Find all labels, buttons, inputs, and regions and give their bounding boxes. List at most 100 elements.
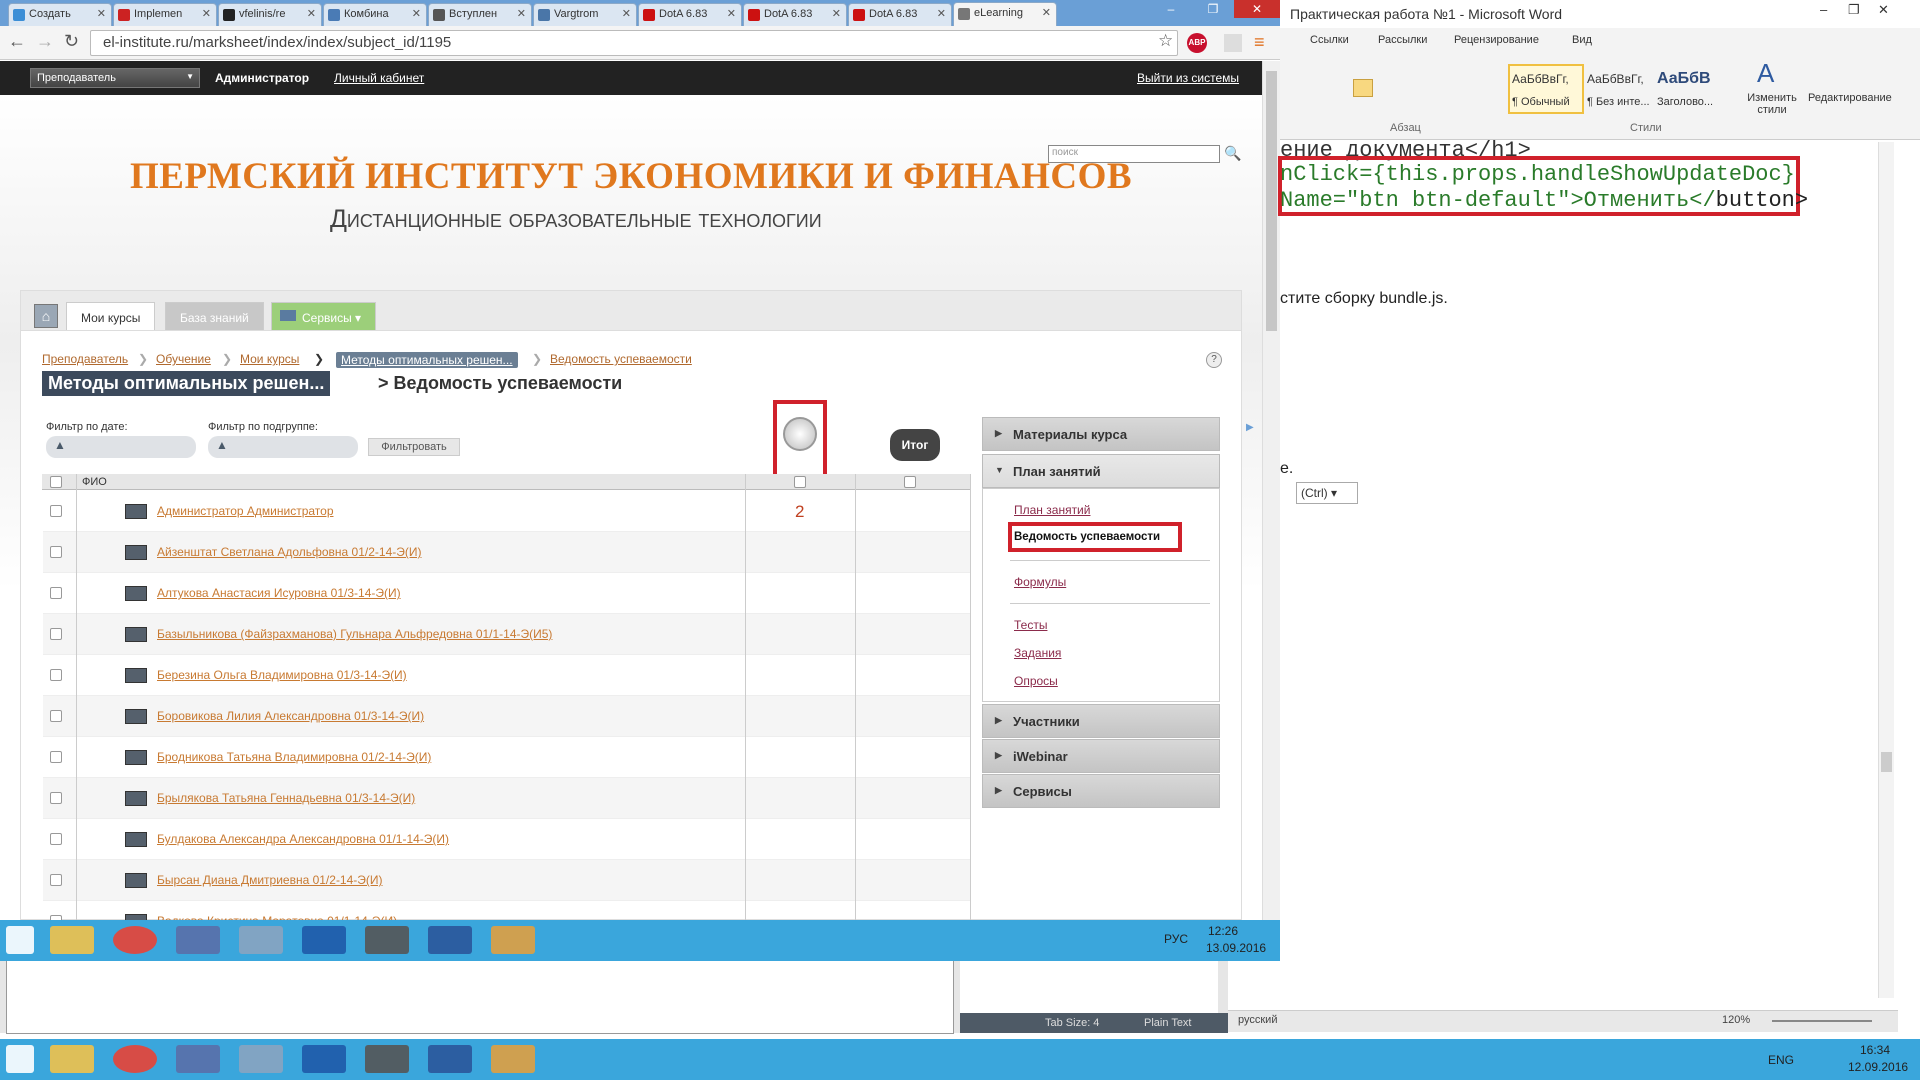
accordion-plan[interactable]: ▼ План занятий [982, 454, 1220, 488]
change-styles-label[interactable]: Изменить стили [1744, 92, 1800, 116]
input-language[interactable]: ENG [1768, 1053, 1794, 1067]
row-checkbox[interactable] [50, 751, 62, 763]
word-scrollbar[interactable] [1878, 142, 1894, 998]
breadcrumb-teacher[interactable]: Преподаватель [42, 352, 128, 366]
polls-link[interactable]: Опросы [1014, 674, 1058, 688]
filter-button[interactable]: Фильтровать [368, 438, 460, 456]
minimize-button[interactable]: – [1150, 0, 1192, 18]
reload-icon[interactable]: ↻ [64, 31, 79, 52]
user-card-icon[interactable] [125, 873, 147, 888]
menu-icon[interactable]: ≡ [1254, 32, 1265, 53]
tests-link[interactable]: Тесты [1014, 618, 1047, 632]
user-card-icon[interactable] [125, 750, 147, 765]
word-menu-tab[interactable]: Вид [1572, 34, 1592, 46]
scrollbar-thumb[interactable] [1266, 71, 1277, 331]
close-tab-icon[interactable]: ✕ [517, 7, 526, 20]
extension-icon[interactable] [1224, 34, 1242, 52]
paint-icon[interactable] [491, 1045, 535, 1073]
lesson-checkbox[interactable] [794, 476, 806, 488]
student-name-link[interactable]: Булдакова Александра Александровна 01/1-… [157, 832, 449, 846]
close-tab-icon[interactable]: ✕ [97, 7, 106, 20]
student-name-link[interactable]: Айзенштат Светлана Адольфовна 01/2-14-Э(… [157, 545, 422, 559]
formulas-link[interactable]: Формулы [1014, 575, 1066, 589]
style-heading-sample[interactable]: АаБбВ [1657, 70, 1711, 88]
row-checkbox[interactable] [50, 587, 62, 599]
bookmark-star-icon[interactable]: ☆ [1158, 31, 1173, 51]
student-name-link[interactable]: Боровикова Лилия Александровна 01/3-14-Э… [157, 709, 424, 723]
score-cell[interactable]: 2 [795, 502, 804, 522]
student-name-link[interactable]: Бырсан Диана Дмитриевна 01/2-14-Э(И) [157, 873, 383, 887]
paste-options-button[interactable]: (Ctrl) ▾ [1296, 482, 1358, 504]
plan-link[interactable]: План занятий [1014, 503, 1090, 517]
student-name-link[interactable]: Бродникова Татьяна Владимировна 01/2-14-… [157, 750, 431, 764]
row-checkbox[interactable] [50, 710, 62, 722]
row-checkbox[interactable] [50, 874, 62, 886]
row-checkbox[interactable] [50, 792, 62, 804]
student-name-link[interactable]: Брылякова Татьяна Геннадьевна 01/3-14-Э(… [157, 791, 415, 805]
maximize-button[interactable]: ❐ [1848, 2, 1860, 18]
accordion-webinar[interactable]: ▶ iWebinar [982, 739, 1220, 773]
browser-tab[interactable]: DotA 6.83 ✕ [848, 3, 952, 26]
photos-icon[interactable] [239, 1045, 283, 1073]
maximize-button[interactable]: ❐ [1192, 0, 1234, 18]
accordion-services[interactable]: ▶ Сервисы [982, 774, 1220, 808]
row-checkbox[interactable] [50, 833, 62, 845]
cabinet-link[interactable]: Личный кабинет [334, 71, 424, 85]
editing-label[interactable]: Редактирование [1808, 92, 1892, 104]
change-styles-icon[interactable]: A [1757, 58, 1774, 89]
file-explorer-icon[interactable] [50, 1045, 94, 1073]
row-checkbox[interactable] [50, 628, 62, 640]
tab-services[interactable]: Сервисы ▾ [271, 302, 377, 330]
close-tab-icon[interactable]: ✕ [937, 7, 946, 20]
user-card-icon[interactable] [125, 627, 147, 642]
marksheet-link[interactable]: Ведомость успеваемости [1014, 531, 1160, 543]
user-card-icon[interactable] [125, 586, 147, 601]
total-button[interactable]: Итог [890, 429, 940, 461]
forward-icon[interactable]: → [36, 31, 54, 52]
total-checkbox[interactable] [904, 476, 916, 488]
browser-tab[interactable]: DotA 6.83 ✕ [743, 3, 847, 26]
minimize-button[interactable]: – [1820, 2, 1827, 17]
close-tab-icon[interactable]: ✕ [307, 7, 316, 20]
browser-tab[interactable]: Комбина ✕ [323, 3, 427, 26]
stopwatch-icon[interactable] [783, 417, 817, 451]
browser-tab[interactable]: Создать ✕ [8, 3, 112, 26]
browser-tab[interactable]: Implemen ✕ [113, 3, 217, 26]
network-icon[interactable] [176, 926, 220, 954]
accordion-participants[interactable]: ▶ Участники [982, 704, 1220, 738]
close-tab-icon[interactable]: ✕ [622, 7, 631, 20]
start-icon[interactable] [6, 926, 34, 954]
tab-my-courses[interactable]: Мои курсы [66, 302, 156, 330]
text-area[interactable] [6, 958, 954, 1034]
word-menu-tab[interactable]: Рецензирование [1454, 34, 1539, 46]
syntax-mode-status[interactable]: Plain Text [1144, 1017, 1192, 1029]
tab-knowledge-base[interactable]: База знаний [165, 302, 264, 330]
file-explorer-icon[interactable] [50, 926, 94, 954]
row-checkbox[interactable] [50, 505, 62, 517]
student-name-link[interactable]: Березина Ольга Владимировна 01/3-14-Э(И) [157, 668, 407, 682]
close-tab-icon[interactable]: ✕ [727, 7, 736, 20]
chrome-icon[interactable] [113, 926, 157, 954]
select-all-checkbox[interactable] [50, 476, 62, 488]
logout-link[interactable]: Выйти из системы [1137, 71, 1239, 85]
tasks-link[interactable]: Задания [1014, 646, 1061, 660]
powershell-icon[interactable] [302, 926, 346, 954]
role-select[interactable]: Преподаватель ▼ [30, 68, 200, 88]
user-card-icon[interactable] [125, 832, 147, 847]
browser-tab[interactable]: DotA 6.83 ✕ [638, 3, 742, 26]
student-name-link[interactable]: Базыльникова (Файзрахманова) Гульнара Ал… [157, 627, 552, 641]
student-name-link[interactable]: Алтукова Анастасия Исуровна 01/3-14-Э(И) [157, 586, 401, 600]
accordion-materials[interactable]: ▶ Материалы курса [982, 417, 1220, 451]
user-card-icon[interactable] [125, 709, 147, 724]
close-tab-icon[interactable]: ✕ [1042, 6, 1051, 19]
breadcrumb-course[interactable]: Методы оптимальных решен... [336, 352, 518, 368]
paint-icon[interactable] [491, 926, 535, 954]
zoom-slider[interactable] [1772, 1020, 1872, 1022]
close-button[interactable]: ✕ [1234, 0, 1280, 18]
user-card-icon[interactable] [125, 668, 147, 683]
row-checkbox[interactable] [50, 669, 62, 681]
input-language[interactable]: РУС [1164, 932, 1188, 946]
browser-tab[interactable]: Vargtrom ✕ [533, 3, 637, 26]
chrome-icon[interactable] [113, 1045, 157, 1073]
close-button[interactable]: ✕ [1878, 2, 1889, 18]
